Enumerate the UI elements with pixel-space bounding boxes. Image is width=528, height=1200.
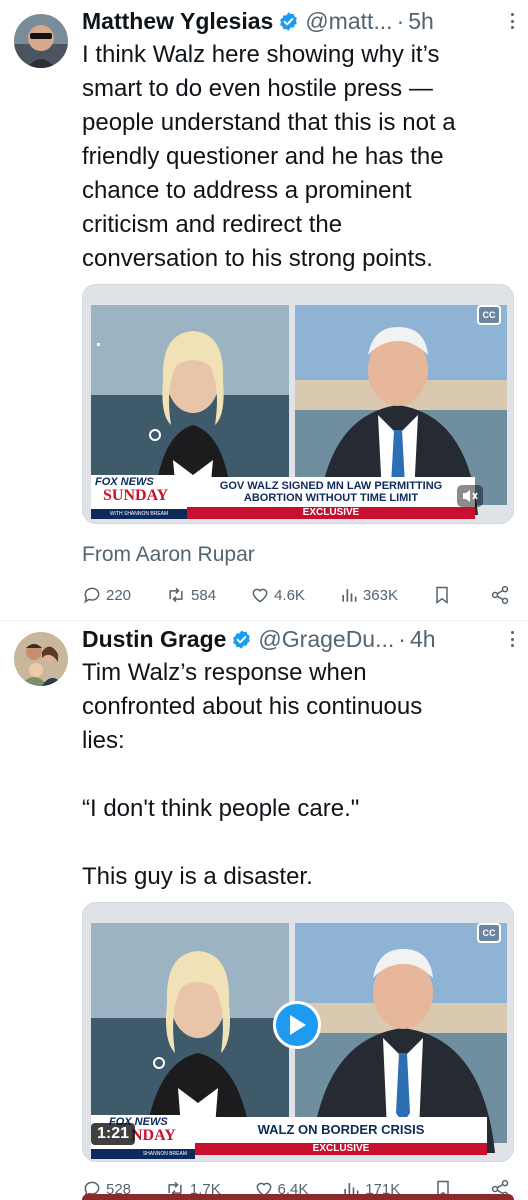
- tweet-text: Tim Walz’s response when confronted abou…: [82, 659, 423, 890]
- headline-bar: GOV WALZ SIGNED MN LAW PERMITTING ABORTI…: [187, 477, 475, 507]
- host-line: WITH SHANNON BREAM: [91, 509, 187, 519]
- timestamp[interactable]: 5h: [408, 8, 434, 35]
- avatar[interactable]: [14, 632, 68, 686]
- avatar[interactable]: [14, 14, 68, 68]
- heart-icon: [252, 588, 268, 603]
- more-options-icon[interactable]: [504, 629, 520, 649]
- user-handle[interactable]: @matt...: [305, 8, 392, 35]
- more-options-icon[interactable]: [504, 11, 520, 31]
- tweet-dustin-grage[interactable]: Dustin Grage @GrageDu... · 4h Tim Walz’s…: [0, 620, 528, 1200]
- display-name[interactable]: Matthew Yglesias: [82, 8, 273, 35]
- tweet-actions: 220 584 4.6K 363K: [82, 580, 514, 610]
- timestamp[interactable]: 4h: [410, 626, 436, 653]
- reply-icon: [84, 587, 100, 604]
- exclusive-tag: EXCLUSIVE: [187, 507, 475, 519]
- user-handle[interactable]: @GrageDu...: [258, 626, 394, 653]
- like-button[interactable]: 4.6K: [250, 585, 305, 605]
- bookmark-button[interactable]: [432, 584, 456, 606]
- reply-button[interactable]: 220: [82, 585, 131, 605]
- show-name: SUNDAY: [103, 487, 169, 504]
- repost-icon: [169, 587, 183, 603]
- reply-count: 220: [106, 586, 132, 604]
- like-count: 4.6K: [274, 586, 305, 604]
- views-button[interactable]: 363K: [339, 585, 398, 605]
- bookmark-icon: [436, 586, 448, 604]
- share-icon: [491, 585, 509, 605]
- view-count: 363K: [362, 586, 398, 604]
- share-button[interactable]: [490, 585, 514, 605]
- display-name[interactable]: Dustin Grage: [82, 626, 226, 653]
- closed-captions-icon[interactable]: CC: [477, 923, 501, 943]
- fox-news-logo-box: FOX NEWS SUNDAY WITH SHANNON BREAM: [91, 475, 187, 519]
- play-button[interactable]: [273, 1001, 321, 1049]
- mute-icon[interactable]: [457, 485, 483, 507]
- tweet-matthew-yglesias[interactable]: Matthew Yglesias @matt... · 5h I think W…: [0, 0, 528, 620]
- repost-count: 584: [191, 586, 217, 604]
- video-player[interactable]: FOX NEWS NDAY SHANNON BREAM WALZ ON BORD…: [82, 902, 514, 1162]
- next-tweet-media-peek: [82, 1194, 514, 1200]
- views-chart-icon: [342, 589, 357, 602]
- tweet-text: I think Walz here showing why it’s smart…: [82, 41, 456, 272]
- video-duration: 1:21: [91, 1123, 136, 1145]
- repost-button[interactable]: 584: [165, 585, 216, 605]
- tweet-header: Dustin Grage @GrageDu... · 4h: [82, 622, 520, 656]
- exclusive-tag: EXCLUSIVE: [195, 1143, 487, 1155]
- show-name: NDAY: [131, 1127, 176, 1144]
- video-player[interactable]: FOX NEWS SUNDAY WITH SHANNON BREAM GOV W…: [82, 284, 514, 524]
- headline-bar: WALZ ON BORDER CRISIS: [195, 1117, 487, 1143]
- host-line: SHANNON BREAM: [91, 1149, 195, 1159]
- tweet-header: Matthew Yglesias @matt... · 5h: [82, 4, 520, 38]
- verified-badge-icon: [278, 11, 299, 32]
- video-source-attribution[interactable]: From Aaron Rupar: [82, 543, 255, 567]
- closed-captions-icon[interactable]: CC: [477, 305, 501, 325]
- verified-badge-icon: [231, 629, 252, 650]
- separator-dot: ·: [396, 7, 405, 34]
- separator-dot: ·: [398, 625, 406, 652]
- play-icon: [290, 1015, 306, 1035]
